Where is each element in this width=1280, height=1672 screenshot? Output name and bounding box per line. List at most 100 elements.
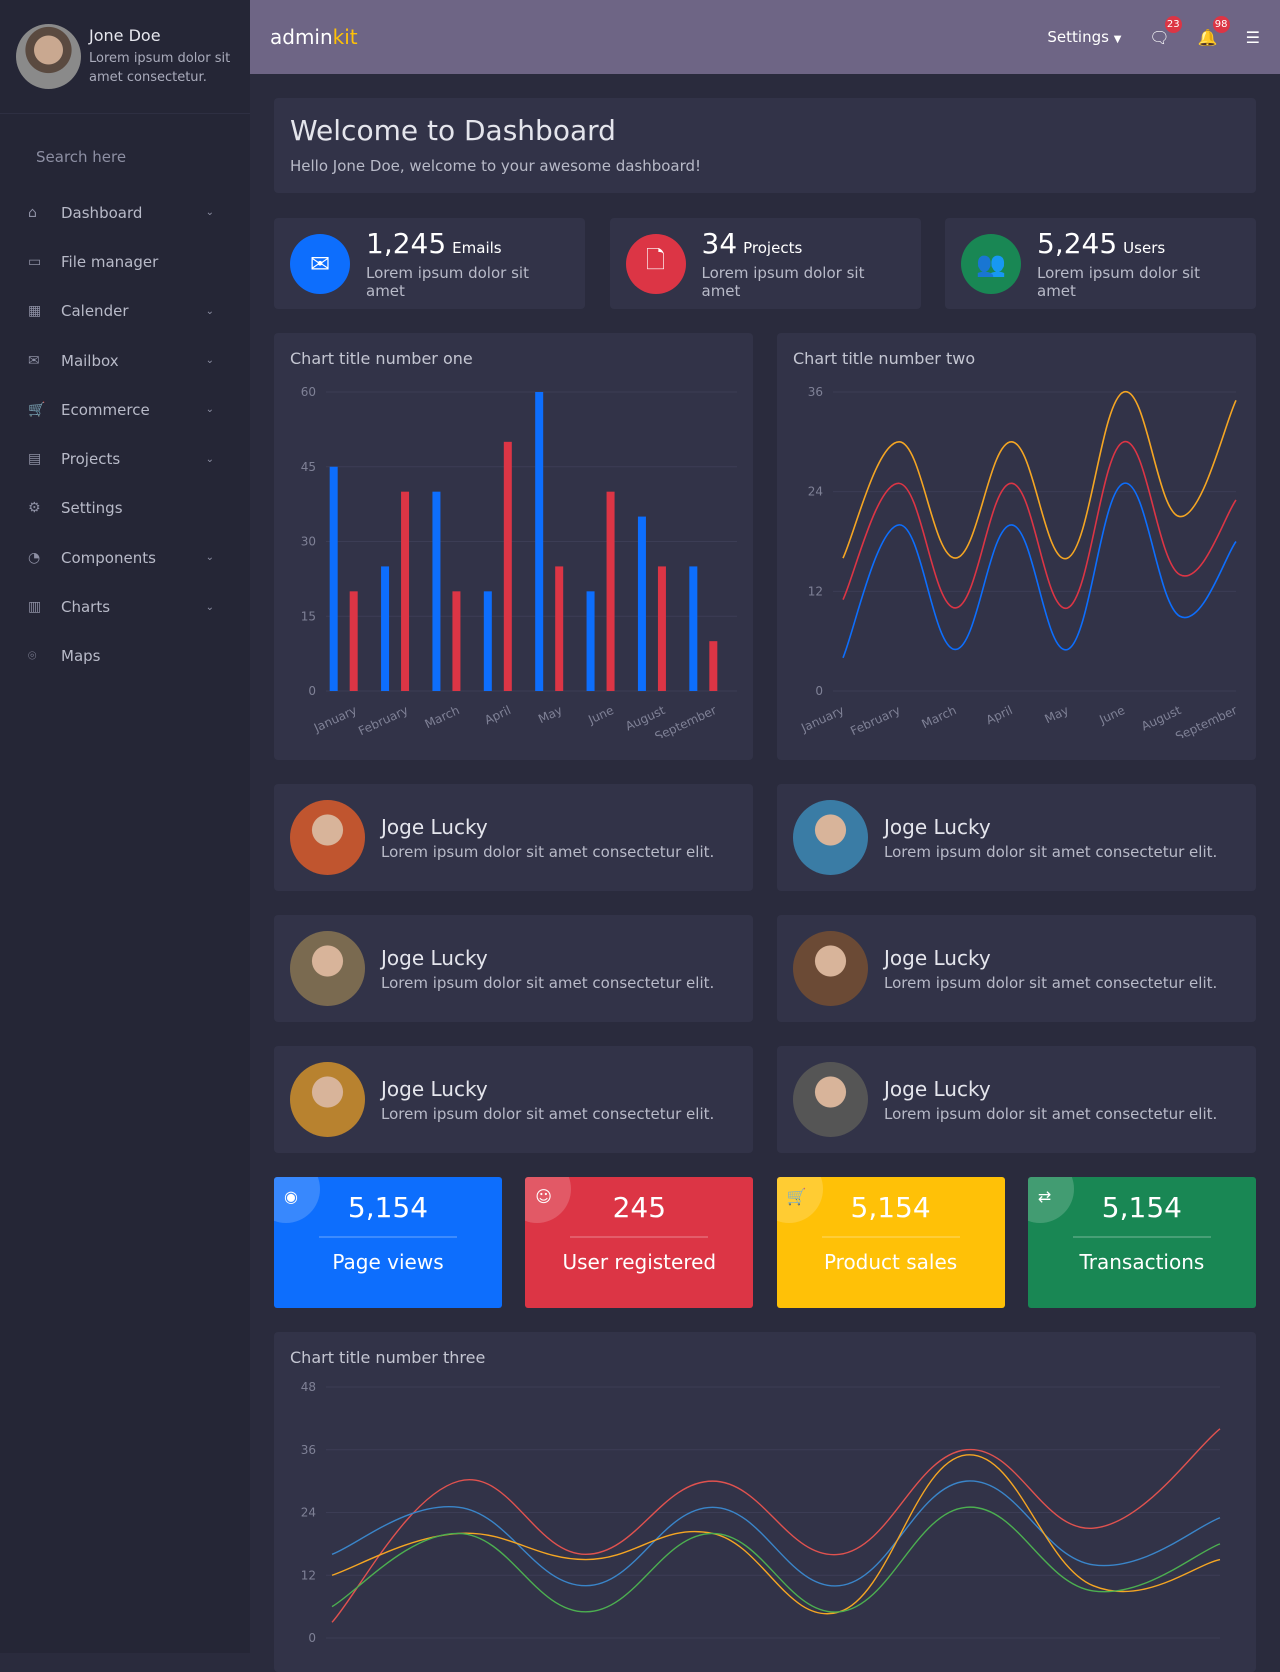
user-desc: Lorem ipsum dolor sit amet consectetur. — [89, 51, 231, 85]
welcome-card: Welcome to Dashboard Hello Jone Doe, wel… — [274, 98, 1256, 193]
notifications-button[interactable]: 🔔 98 — [1198, 15, 1230, 47]
sidebar-item-label: Settings — [61, 499, 123, 518]
line-chart: 0122436January February March April May June A… — [798, 385, 1239, 744]
sidebar-item-maps[interactable]: ⌾ Maps — [0, 632, 250, 681]
top-header: adminkit Settings ▼ 🗨 23 🔔 98 ☰ — [250, 0, 1280, 74]
home-icon: ⌂ — [28, 204, 37, 221]
x-tick-label: March — [919, 703, 958, 731]
user-profile: Jone Doe Lorem ipsum dolor sit amet cons… — [0, 0, 250, 114]
chevron-down-icon: ⌄ — [205, 552, 214, 564]
sidebar-item-label: Dashboard — [61, 203, 143, 222]
sidebar-item-calender[interactable]: ▦ Calender ⌄ — [0, 287, 250, 336]
y-tick-label: 12 — [301, 1568, 316, 1582]
profile-card[interactable]: Joge Lucky Lorem ipsum dolor sit amet con… — [777, 1046, 1256, 1153]
bar — [452, 591, 461, 691]
bar — [586, 591, 595, 691]
briefcase-icon: ▤ — [28, 451, 42, 468]
stat-unit: Projects — [743, 239, 803, 257]
tile-label: Product sales — [823, 1250, 958, 1274]
profile-name: Joge Lucky — [381, 814, 488, 839]
series-line — [331, 1506, 1221, 1613]
bar — [503, 441, 512, 691]
sidebar-item-components[interactable]: ◔ Components ⌄ — [0, 533, 250, 582]
bar — [535, 392, 544, 691]
stat-desc: Lorem ipsum dolor sit amet — [366, 264, 529, 300]
avatar — [290, 1062, 365, 1137]
chart-title: Chart title number one — [290, 349, 473, 368]
stat-card: ✉ 1,245 Emails Lorem ipsum dolor sit amet — [274, 218, 585, 309]
mail-icon: ✉ — [290, 233, 350, 294]
tile-label: User registered — [562, 1250, 717, 1274]
series-line — [842, 482, 1237, 659]
bar — [555, 566, 564, 691]
chevron-down-icon: ⌄ — [205, 453, 214, 465]
stat-desc: Lorem ipsum dolor sit amet — [701, 264, 865, 300]
sidebar-item-projects[interactable]: ▤ Projects ⌄ — [0, 434, 250, 483]
calendar-icon: ▦ — [28, 303, 42, 320]
profile-desc: Lorem ipsum dolor sit amet consectetur e… — [381, 973, 715, 992]
divider — [821, 1236, 960, 1238]
profile-desc: Lorem ipsum dolor sit amet consectetur e… — [381, 842, 715, 861]
sidebar-item-file-manager[interactable]: ▭ File manager — [0, 237, 250, 286]
x-tick-label: June — [585, 703, 616, 727]
bar — [606, 491, 615, 691]
profile-name: Joge Lucky — [884, 945, 991, 970]
sidebar-item-dashboard[interactable]: ⌂ Dashboard ⌄ — [0, 188, 250, 237]
tile-label: Transactions — [1079, 1250, 1205, 1274]
profile-card[interactable]: Joge Lucky Lorem ipsum dolor sit amet con… — [274, 784, 753, 891]
chevron-down-icon: ⌄ — [205, 355, 214, 367]
caret-down-icon: ▼ — [1113, 34, 1122, 45]
profile-card[interactable]: Joge Lucky Lorem ipsum dolor sit amet con… — [777, 784, 1256, 891]
sidebar-item-label: Charts — [61, 598, 111, 617]
chart-title: Chart title number three — [290, 1348, 486, 1367]
messages-button[interactable]: 🗨 23 — [1149, 15, 1182, 47]
bar — [637, 516, 646, 691]
sidebar-item-settings[interactable]: ⚙ Settings — [0, 484, 250, 533]
x-tick-label: January — [311, 703, 359, 735]
stat-value: 1,245 — [366, 227, 447, 260]
hamburger-icon: ☰ — [1245, 27, 1260, 47]
x-tick-label: September — [1173, 703, 1239, 738]
bar — [329, 466, 338, 691]
pie-icon: ◔ — [28, 549, 41, 566]
messages-badge: 23 — [1164, 15, 1182, 33]
profile-desc: Lorem ipsum dolor sit amet consectetur e… — [884, 973, 1218, 992]
profile-card[interactable]: Joge Lucky Lorem ipsum dolor sit amet con… — [274, 1046, 753, 1153]
y-tick-label: 24 — [808, 485, 823, 499]
stat-unit: Users — [1123, 239, 1166, 257]
brand-logo[interactable]: adminkit — [270, 25, 358, 49]
y-tick-label: 48 — [301, 1380, 316, 1394]
y-tick-label: 36 — [301, 1443, 316, 1457]
user-name: Jone Doe — [89, 26, 161, 45]
menu-toggle-button[interactable]: ☰ — [1246, 28, 1260, 47]
bar — [657, 566, 666, 691]
profile-card[interactable]: Joge Lucky Lorem ipsum dolor sit amet con… — [777, 915, 1256, 1022]
sidebar-item-label: Mailbox — [61, 351, 119, 370]
avatar — [793, 1062, 868, 1137]
bar — [689, 566, 698, 691]
series-line — [331, 1428, 1221, 1623]
brand-part: admin — [270, 25, 333, 49]
sidebar-item-label: Ecommerce — [61, 400, 150, 419]
y-tick-label: 30 — [301, 535, 316, 549]
stat-unit: Emails — [452, 239, 502, 257]
profile-desc: Lorem ipsum dolor sit amet consectetur e… — [884, 1104, 1218, 1123]
cart-icon: 🛒 — [28, 401, 46, 418]
sidebar-item-charts[interactable]: ▥ Charts ⌄ — [0, 582, 250, 631]
profile-name: Joge Lucky — [381, 1076, 488, 1101]
sidebar-item-mailbox[interactable]: ✉ Mailbox ⌄ — [0, 336, 250, 385]
sidebar-item-label: Components — [61, 548, 156, 567]
x-tick-label: May — [1042, 703, 1070, 726]
notifications-badge: 98 — [1212, 15, 1230, 33]
settings-dropdown[interactable]: Settings ▼ — [1047, 28, 1121, 46]
x-tick-label: April — [984, 703, 1015, 727]
search-input[interactable] — [20, 140, 230, 174]
profile-card[interactable]: Joge Lucky Lorem ipsum dolor sit amet con… — [274, 915, 753, 1022]
x-tick-label: February — [356, 703, 410, 738]
gear-icon: ⚙ — [28, 500, 41, 517]
avatar — [290, 800, 365, 875]
mailbox-icon: ✉ — [28, 352, 40, 369]
avatar — [16, 24, 81, 89]
x-tick-label: February — [848, 703, 902, 738]
sidebar-item-ecommerce[interactable]: 🛒 Ecommerce ⌄ — [0, 385, 250, 434]
